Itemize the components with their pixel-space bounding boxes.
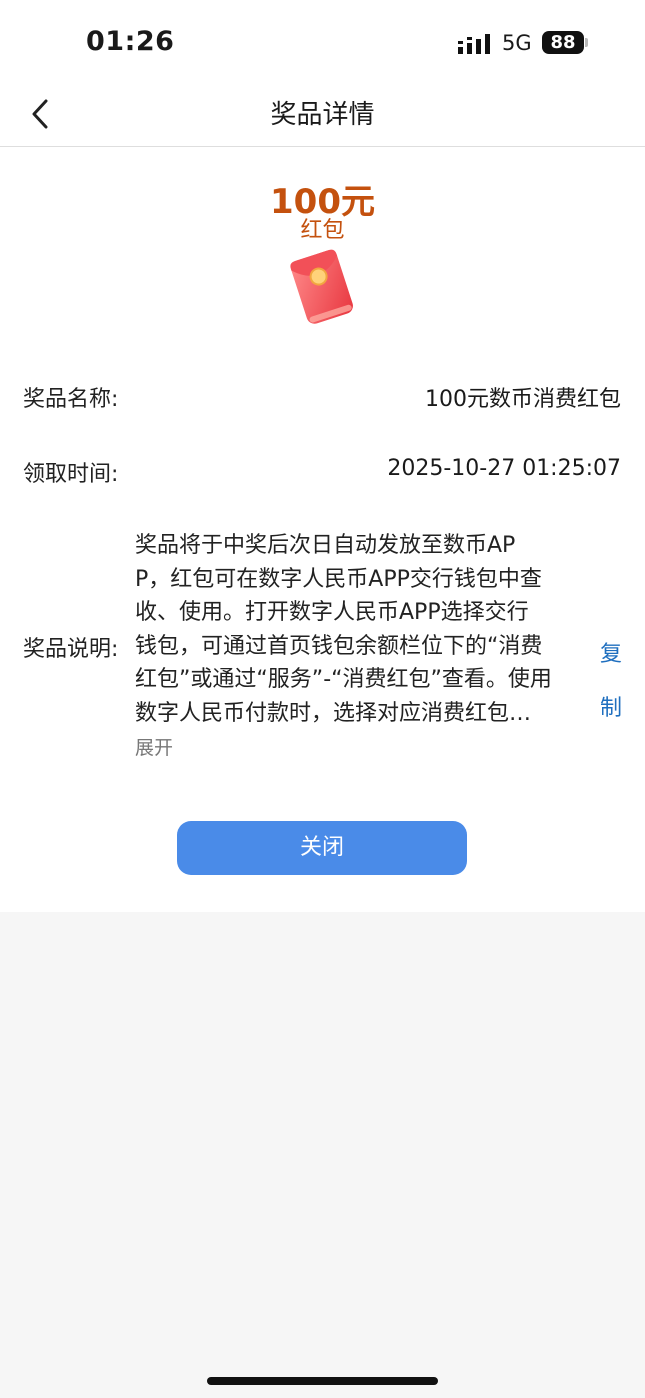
red-envelope-icon — [290, 249, 353, 324]
page-title: 奖品详情 — [270, 100, 375, 130]
description-line: P，红包可在数字人民币APP交行钱包中查 — [135, 566, 542, 592]
description-line: 奖品将于中奖后次日自动发放至数币AP — [135, 533, 516, 558]
prize-name-value: 100元数币消费红包 — [425, 387, 621, 412]
signal-icon — [458, 34, 490, 54]
copy-button[interactable]: 复制 — [600, 628, 624, 736]
receive-time-label: 领取时间: — [23, 462, 119, 487]
description-line: 钱包，可通过首页钱包余额栏位下的“消费 — [135, 633, 543, 659]
nav-divider — [0, 146, 645, 147]
description-line: 数字人民币付款时，选择对应消费红包… — [135, 700, 532, 726]
battery-level: 88 — [542, 31, 584, 54]
close-button[interactable]: 关闭 — [177, 821, 467, 875]
prize-type: 红包 — [300, 218, 345, 243]
description-line: 红包”或通过“服务”-“消费红包”查看。使用 — [135, 667, 552, 692]
prize-name-label: 奖品名称: — [23, 387, 119, 412]
network-type: 5G — [502, 31, 532, 55]
prize-description: 奖品将于中奖后次日自动发放至数币AP P，红包可在数字人民币APP交行钱包中查 … — [135, 529, 565, 730]
receive-time-value: 2025-10-27 01:25:07 — [387, 456, 621, 481]
prize-description-label: 奖品说明: — [23, 637, 119, 662]
home-indicator — [207, 1377, 438, 1385]
status-time: 01:26 — [86, 26, 175, 57]
description-line: 收、使用。打开数字人民币APP选择交行 — [135, 600, 529, 625]
battery-tip — [585, 38, 588, 47]
expand-link[interactable]: 展开 — [135, 733, 173, 760]
